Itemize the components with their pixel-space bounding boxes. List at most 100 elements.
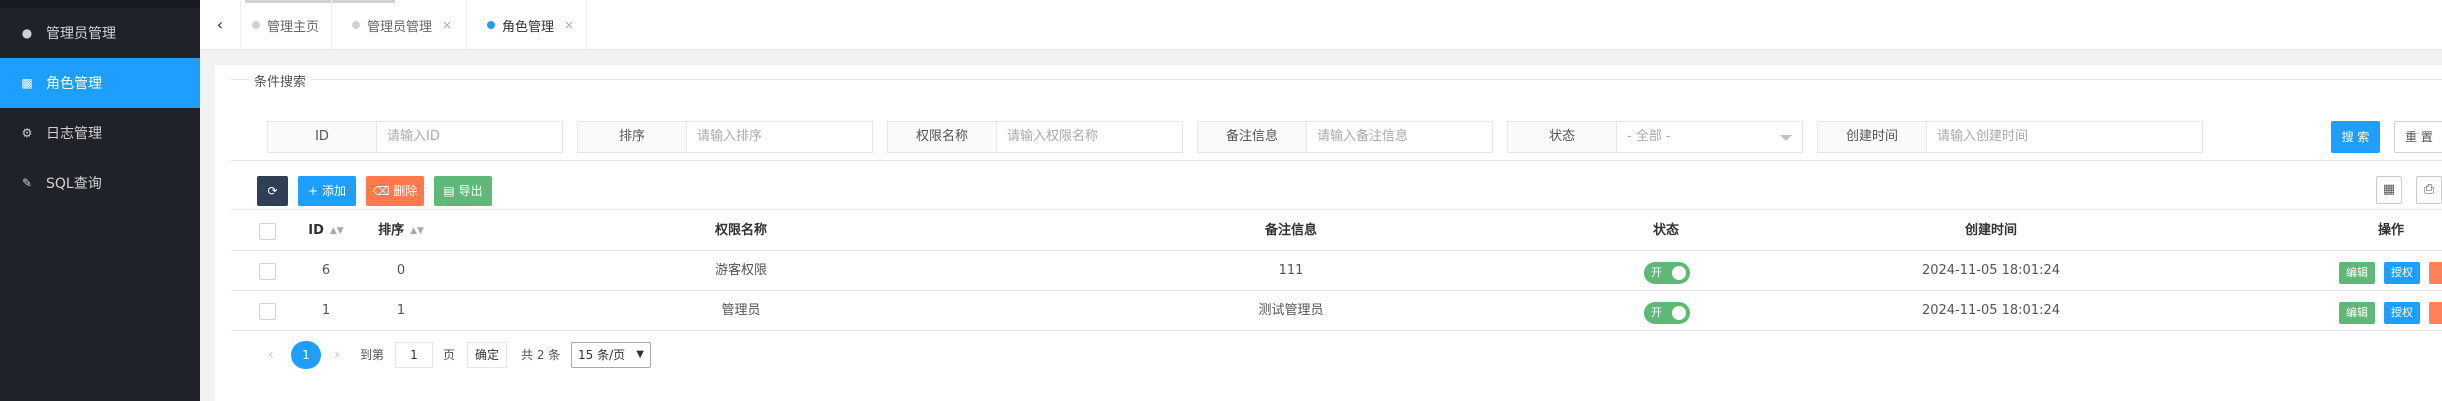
close-icon[interactable]: × (442, 18, 452, 32)
export-icon: ▤ (443, 184, 455, 198)
tab-dot-icon (487, 21, 495, 29)
sort-icon[interactable]: ▲▼ (330, 211, 344, 251)
tabs-bar: ‹ 管理主页 管理员管理 × 角色管理 × (200, 0, 2442, 50)
toggle-knob (1672, 306, 1686, 320)
sort-input[interactable]: 请输入排序 (687, 121, 873, 153)
select-all-checkbox[interactable] (259, 223, 276, 240)
sidebar-item-label: 角色管理 (46, 76, 102, 92)
header-label: 排序 (378, 223, 405, 238)
authorize-button[interactable]: 授权 (2384, 262, 2420, 284)
status-toggle[interactable]: 开 (1644, 262, 1690, 284)
table-row: 6 0 游客权限 111 开 2024-11-05 18:01:24 编辑 授权 (231, 251, 2442, 291)
search-group-remark: 备注信息 请输入备注信息 (1197, 121, 1493, 153)
header-status: 状态 (1652, 223, 1679, 238)
tab-label: 管理员管理 (367, 19, 433, 35)
cell-name: 游客权限 (714, 263, 767, 278)
search-group-created: 创建时间 请输入创建时间 (1817, 121, 2203, 153)
next-page-icon[interactable]: › (334, 339, 340, 371)
role-icon: ▩ (21, 76, 33, 90)
sidebar-item-sql[interactable]: ✎ SQL查询 (0, 158, 200, 208)
row-checkbox[interactable] (259, 263, 276, 280)
authorize-button[interactable]: 授权 (2384, 302, 2420, 324)
sidebar-item-log[interactable]: ⚙ 日志管理 (0, 108, 200, 158)
columns-icon[interactable]: ▦ (2376, 176, 2402, 204)
search-group-status: 状态 - 全部 - (1507, 121, 1803, 153)
tab-admin[interactable]: 管理员管理 × (342, 0, 467, 50)
created-input[interactable]: 请输入创建时间 (1927, 121, 2203, 153)
divider (240, 0, 241, 50)
tab-label: 角色管理 (502, 19, 555, 35)
table-toolbar: ⟳ + 添加 ⌫ 删除 ▤ 导出 ▦ ⎙ (231, 160, 2442, 210)
field-label: ID (267, 121, 377, 153)
header-sort[interactable]: 排序 ▲▼ (361, 211, 441, 251)
field-label: 备注信息 (1197, 121, 1307, 153)
status-toggle-label: 开 (1651, 306, 1662, 319)
page-input[interactable]: 1 (395, 342, 433, 368)
caret-down-icon (1780, 135, 1792, 141)
page-suffix: 页 (443, 348, 456, 362)
tab-home[interactable]: 管理主页 (252, 0, 332, 50)
toggle-knob (1672, 266, 1686, 280)
field-label: 创建时间 (1817, 121, 1927, 153)
sidebar-item-label: 管理员管理 (46, 26, 116, 42)
tab-dot-icon (352, 21, 360, 29)
main-panel: 条件搜索 ID 请输入ID 排序 请输入排序 权限名称 请输入权限名称 备注信息… (215, 65, 2442, 401)
cell-created: 2024-11-05 18:01:24 (1921, 303, 2061, 318)
header-name: 权限名称 (714, 223, 767, 238)
cell-id: 6 (321, 263, 331, 278)
table-row: 1 1 管理员 测试管理员 开 2024-11-05 18:01:24 编辑 授… (231, 291, 2442, 331)
reset-button[interactable]: 重 置 (2394, 121, 2442, 153)
goto-confirm-button[interactable]: 确定 (467, 342, 507, 368)
header-remark: 备注信息 (1264, 223, 1317, 238)
name-input[interactable]: 请输入权限名称 (997, 121, 1183, 153)
prev-page-icon[interactable]: ‹ (268, 339, 274, 371)
remark-input[interactable]: 请输入备注信息 (1307, 121, 1493, 153)
cell-sort: 0 (396, 263, 406, 278)
header-created: 创建时间 (1964, 223, 2017, 238)
add-button-label: 添加 (321, 184, 346, 198)
cell-name: 管理员 (721, 303, 761, 318)
sort-icon[interactable]: ▲▼ (410, 211, 424, 251)
edit-button[interactable]: 编辑 (2339, 262, 2375, 284)
print-icon[interactable]: ⎙ (2416, 176, 2442, 204)
close-icon[interactable]: × (564, 18, 574, 32)
search-button[interactable]: 搜 索 (2331, 121, 2380, 153)
header-actions: 操作 (2377, 223, 2404, 238)
page-size-select[interactable]: 15 条/页 ▼ (571, 342, 651, 368)
search-fieldset: 条件搜索 ID 请输入ID 排序 请输入排序 权限名称 请输入权限名称 备注信息… (231, 71, 2442, 159)
row-delete-button[interactable] (2429, 302, 2442, 324)
tab-role[interactable]: 角色管理 × (467, 0, 587, 50)
search-group-name: 权限名称 请输入权限名称 (887, 121, 1183, 153)
export-button[interactable]: ▤ 导出 (434, 176, 492, 206)
status-toggle[interactable]: 开 (1644, 302, 1690, 324)
row-delete-button[interactable] (2429, 262, 2442, 284)
header-label: ID (308, 223, 324, 238)
sidebar-top-strip (0, 0, 200, 8)
sidebar-item-admin[interactable]: ● 管理员管理 (0, 8, 200, 58)
status-select[interactable]: - 全部 - (1617, 121, 1803, 153)
page-size-value: 15 条/页 (578, 348, 626, 362)
refresh-icon: ⟳ (267, 184, 278, 198)
status-toggle-label: 开 (1651, 266, 1662, 279)
goto-label: 到第 (360, 348, 385, 362)
cell-created: 2024-11-05 18:01:24 (1921, 263, 2061, 278)
sidebar-item-role[interactable]: ▩ 角色管理 (0, 58, 200, 108)
cell-remark: 111 (1278, 263, 1304, 278)
edit-button[interactable]: 编辑 (2339, 302, 2375, 324)
chart-icon: ✎ (21, 176, 33, 190)
row-checkbox[interactable] (259, 303, 276, 320)
plus-icon: + (308, 184, 319, 198)
chevron-left-icon[interactable]: ‹ (208, 13, 232, 37)
header-id[interactable]: ID ▲▼ (291, 211, 361, 251)
cell-remark: 测试管理员 (1258, 303, 1324, 318)
trash-icon: ⌫ (372, 184, 390, 198)
id-input[interactable]: 请输入ID (377, 121, 563, 153)
chevron-down-icon: ▼ (636, 349, 644, 360)
pagination: ‹ 1 › 到第 1 页 确定 共 2 条 15 条/页 ▼ (231, 339, 831, 371)
refresh-button[interactable]: ⟳ (257, 176, 288, 206)
delete-button[interactable]: ⌫ 删除 (366, 176, 424, 206)
page-current[interactable]: 1 (291, 341, 321, 369)
gear-icon: ⚙ (21, 126, 33, 140)
add-button[interactable]: + 添加 (298, 176, 356, 206)
status-select-value: - 全部 - (1627, 129, 1671, 144)
